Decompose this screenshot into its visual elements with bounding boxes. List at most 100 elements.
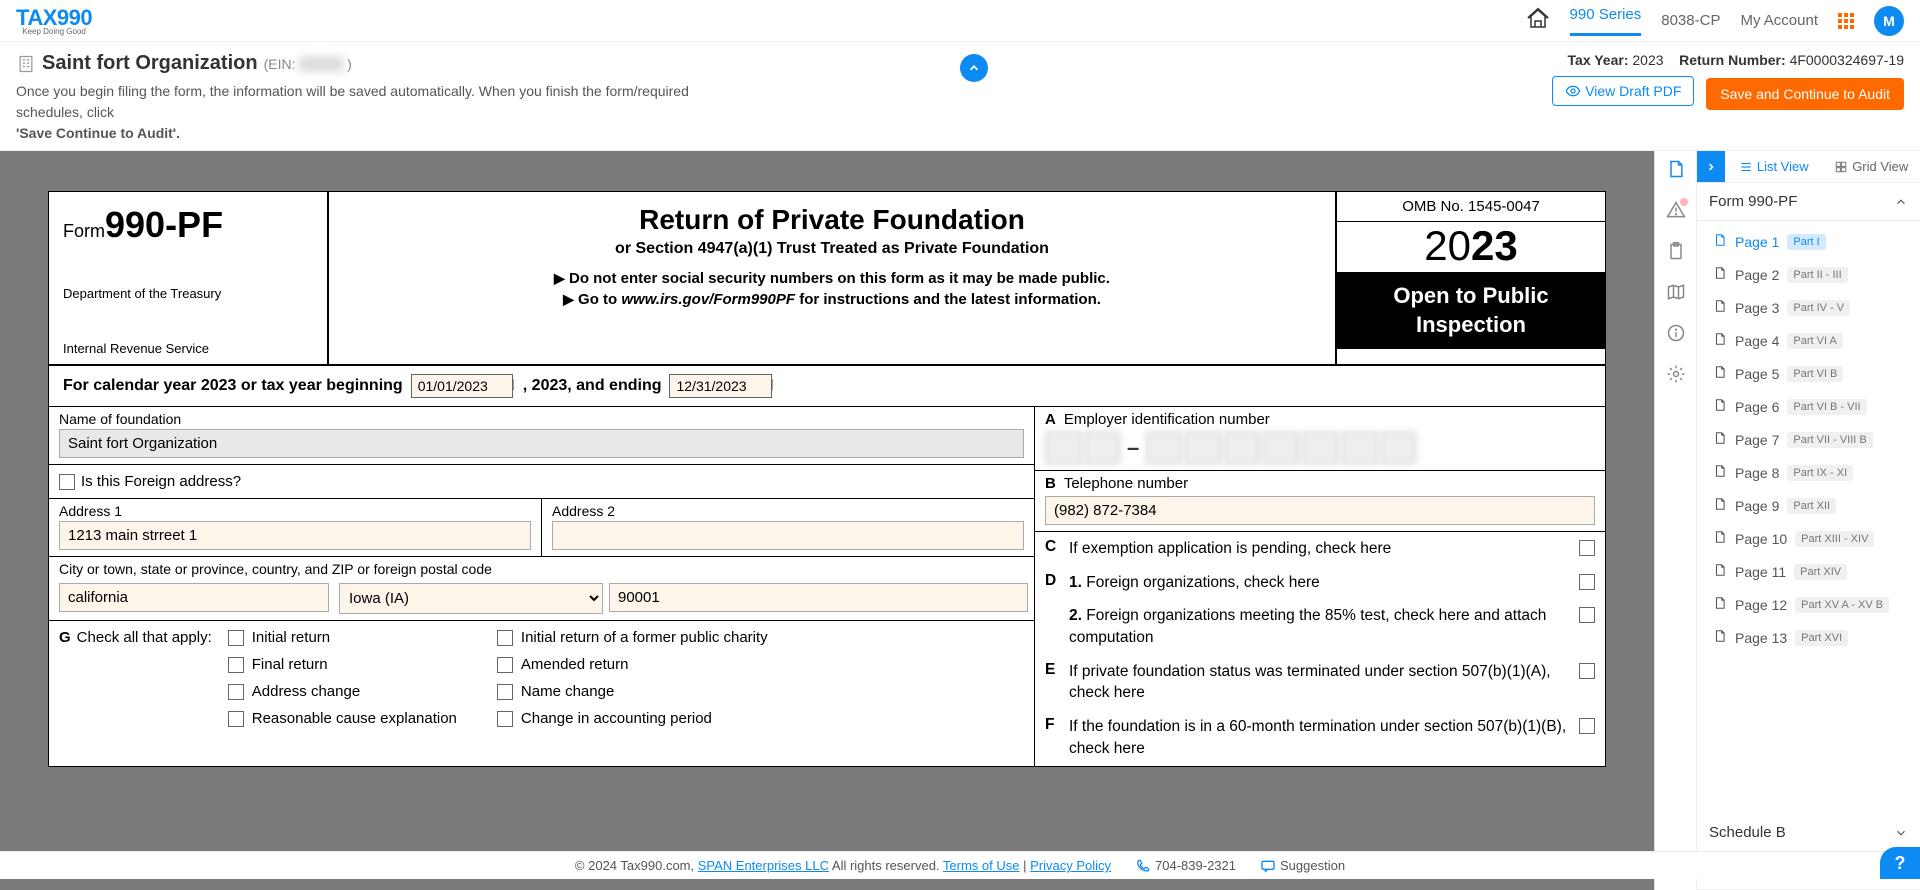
icon-strip	[1655, 151, 1697, 890]
nav-8038-cp[interactable]: 8038-CP	[1661, 12, 1720, 29]
address-row: Address 1 Address 2	[49, 499, 1034, 557]
collapse-rail-button[interactable]	[1697, 151, 1725, 182]
page-icon	[1713, 628, 1727, 647]
meta-line: Tax Year: 2023 Return Number: 4F00003246…	[1552, 52, 1904, 68]
nav-page-item[interactable]: Page 6Part VI B - VII	[1697, 390, 1920, 423]
list-view-tab[interactable]: List View	[1725, 151, 1823, 182]
address1-input[interactable]	[59, 521, 531, 550]
g-label: Check all that apply:	[77, 629, 212, 727]
g-checkbox-item: Amended return	[497, 656, 768, 673]
nav-page-badge: Part I	[1787, 234, 1825, 250]
g-checkbox[interactable]	[228, 630, 244, 646]
page-icon	[1713, 529, 1727, 548]
nav-page-item[interactable]: Page 3Part IV - V	[1697, 291, 1920, 324]
nav-page-badge: Part II - III	[1787, 267, 1847, 283]
nav-page-badge: Part IX - XI	[1787, 465, 1853, 481]
info-icon[interactable]	[1666, 323, 1686, 346]
g-checkbox[interactable]	[228, 684, 244, 700]
privacy-link[interactable]: Privacy Policy	[1030, 858, 1111, 873]
nav-page-badge: Part VI A	[1787, 333, 1842, 349]
clipboard-icon[interactable]	[1666, 241, 1686, 264]
nav-page-item[interactable]: Page 8Part IX - XI	[1697, 456, 1920, 489]
chevron-up-icon	[1894, 195, 1908, 209]
foreign-address-checkbox[interactable]	[59, 474, 75, 490]
nav-page-label: Page 1	[1735, 234, 1779, 250]
phone-contact[interactable]: 704-839-2321	[1135, 858, 1236, 874]
ein-value-blurred	[299, 56, 343, 72]
terms-link[interactable]: Terms of Use	[943, 858, 1020, 873]
ein-boxes[interactable]: –	[1045, 432, 1595, 464]
warning-icon[interactable]	[1666, 200, 1686, 223]
nav-page-badge: Part IV - V	[1787, 300, 1850, 316]
nav-page-item[interactable]: Page 13Part XVI	[1697, 621, 1920, 654]
foreign-address-label: Is this Foreign address?	[81, 473, 241, 490]
checkbox-d2[interactable]	[1579, 607, 1595, 623]
city-state-zip-row: Iowa (IA)	[49, 579, 1034, 621]
g-checkbox[interactable]	[497, 711, 513, 727]
page-icon	[1713, 331, 1727, 350]
info-left: Name of foundation Is this Foreign addre…	[49, 407, 1035, 766]
nav-page-label: Page 4	[1735, 333, 1779, 349]
form-canvas[interactable]: Form990-PF Department of the Treasury In…	[0, 151, 1654, 890]
nav-page-item[interactable]: Page 1 Part I	[1697, 225, 1920, 258]
g-checkbox-item: Final return	[228, 656, 457, 673]
nav-my-account[interactable]: My Account	[1740, 12, 1818, 29]
home-icon[interactable]	[1526, 7, 1550, 34]
g-checkbox[interactable]	[497, 684, 513, 700]
page-icon	[1713, 232, 1727, 251]
nav-page-item[interactable]: Page 5Part VI B	[1697, 357, 1920, 390]
nav-page-item[interactable]: Page 11Part XIV	[1697, 555, 1920, 588]
page-icon	[1713, 463, 1727, 482]
checkbox-c[interactable]	[1579, 540, 1595, 556]
start-date-input[interactable]: 01/01/2023	[411, 374, 513, 398]
g-checkbox-item: Address change	[228, 683, 457, 700]
gear-icon[interactable]	[1666, 364, 1686, 387]
logo-block[interactable]: TAX990 Keep Doing Good	[16, 5, 92, 36]
g-item-label: Address change	[252, 683, 360, 700]
g-checkbox-item: Initial return of a former public charit…	[497, 629, 768, 646]
nav-page-item[interactable]: Page 7Part VII - VIII B	[1697, 423, 1920, 456]
g-checkbox[interactable]	[228, 657, 244, 673]
nav-page-item[interactable]: Page 2Part II - III	[1697, 258, 1920, 291]
g-col-2: Initial return of a former public charit…	[497, 629, 768, 727]
state-select[interactable]: Iowa (IA)	[339, 583, 603, 614]
page-icon[interactable]	[1666, 159, 1686, 182]
nav-page-item[interactable]: Page 4 Part VI A	[1697, 324, 1920, 357]
nav-page-label: Page 9	[1735, 498, 1779, 514]
end-date-input[interactable]: 12/31/2023	[669, 374, 771, 398]
view-draft-pdf-button[interactable]: View Draft PDF	[1552, 76, 1694, 106]
avatar[interactable]: M	[1874, 6, 1904, 36]
city-input[interactable]	[59, 583, 329, 612]
span-enterprises-link[interactable]: SPAN Enterprises LLC	[698, 858, 829, 873]
g-checkbox[interactable]	[497, 630, 513, 646]
row-e: E If private foundation status was termi…	[1035, 655, 1605, 710]
phone-input[interactable]	[1045, 496, 1595, 525]
ein-field: AEmployer identification number –	[1035, 407, 1605, 471]
section-form-990pf[interactable]: Form 990-PF	[1697, 183, 1920, 221]
save-continue-button[interactable]: Save and Continue to Audit	[1706, 78, 1904, 110]
nav-page-item[interactable]: Page 12Part XV A - XV B	[1697, 588, 1920, 621]
g-checkbox[interactable]	[497, 657, 513, 673]
zip-input[interactable]	[609, 583, 1028, 612]
foundation-name-input[interactable]	[59, 429, 1024, 458]
g-item-label: Amended return	[521, 656, 629, 673]
grid-view-tab[interactable]: Grid View	[1823, 151, 1920, 182]
nav-page-item[interactable]: Page 10Part XIII - XIV	[1697, 522, 1920, 555]
g-checkbox[interactable]	[228, 711, 244, 727]
section-schedule-b[interactable]: Schedule B	[1697, 814, 1920, 852]
collapse-header-button[interactable]	[960, 54, 988, 82]
nav-page-item[interactable]: Page 9Part XII	[1697, 489, 1920, 522]
suggestion-link[interactable]: Suggestion	[1260, 858, 1345, 874]
checkbox-f[interactable]	[1579, 718, 1595, 734]
checkbox-e[interactable]	[1579, 663, 1595, 679]
address2-input[interactable]	[552, 521, 1024, 550]
help-button[interactable]: ?	[1880, 847, 1920, 879]
apps-grid-icon[interactable]	[1838, 13, 1854, 29]
nav-990-series[interactable]: 990 Series	[1570, 6, 1642, 36]
main-row: Form990-PF Department of the Treasury In…	[0, 151, 1920, 890]
g-item-label: Initial return of a former public charit…	[521, 629, 768, 646]
map-icon[interactable]	[1666, 282, 1686, 305]
checkbox-d1[interactable]	[1579, 574, 1595, 590]
g-item-label: Reasonable cause explanation	[252, 710, 457, 727]
page-icon	[1713, 430, 1727, 449]
